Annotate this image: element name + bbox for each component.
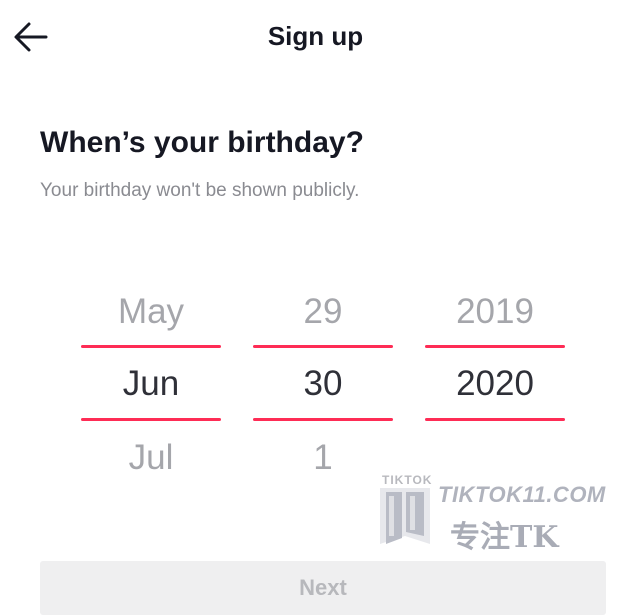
month-selection-line-bottom (81, 418, 221, 421)
day-selection-line-top (253, 345, 393, 348)
header-bar: Sign up (0, 0, 631, 72)
watermark-site: TIKTOK11.COM (438, 482, 606, 507)
next-button[interactable]: Next (40, 561, 606, 615)
day-option-next[interactable]: 1 (253, 436, 393, 480)
watermark-chinese: 专注TK (450, 520, 559, 555)
month-option-selected[interactable]: Jun (81, 362, 221, 406)
month-option-prev[interactable]: May (81, 290, 221, 334)
month-picker[interactable]: May Jun Jul (81, 286, 221, 486)
day-option-prev[interactable]: 29 (253, 290, 393, 334)
day-option-selected[interactable]: 30 (253, 362, 393, 406)
month-selection-line-top (81, 345, 221, 348)
year-option-selected[interactable]: 2020 (425, 362, 565, 406)
birthday-subtitle: Your birthday won't be shown publicly. (40, 180, 360, 201)
year-selection-line-top (425, 345, 565, 348)
month-option-next[interactable]: Jul (81, 436, 221, 480)
year-option-prev[interactable]: 2019 (425, 290, 565, 334)
year-selection-line-bottom (425, 418, 565, 421)
day-picker[interactable]: 29 30 1 (253, 286, 393, 486)
watermark-tiktok-label: TIKTOK (382, 473, 433, 487)
birthday-heading: When’s your birthday? (40, 126, 364, 159)
year-picker[interactable]: 2019 2020 (425, 286, 565, 486)
page-title: Sign up (267, 21, 364, 51)
watermark: TIKTOK TIKTOK11.COM 专注TK (380, 473, 605, 555)
day-selection-line-bottom (253, 418, 393, 421)
